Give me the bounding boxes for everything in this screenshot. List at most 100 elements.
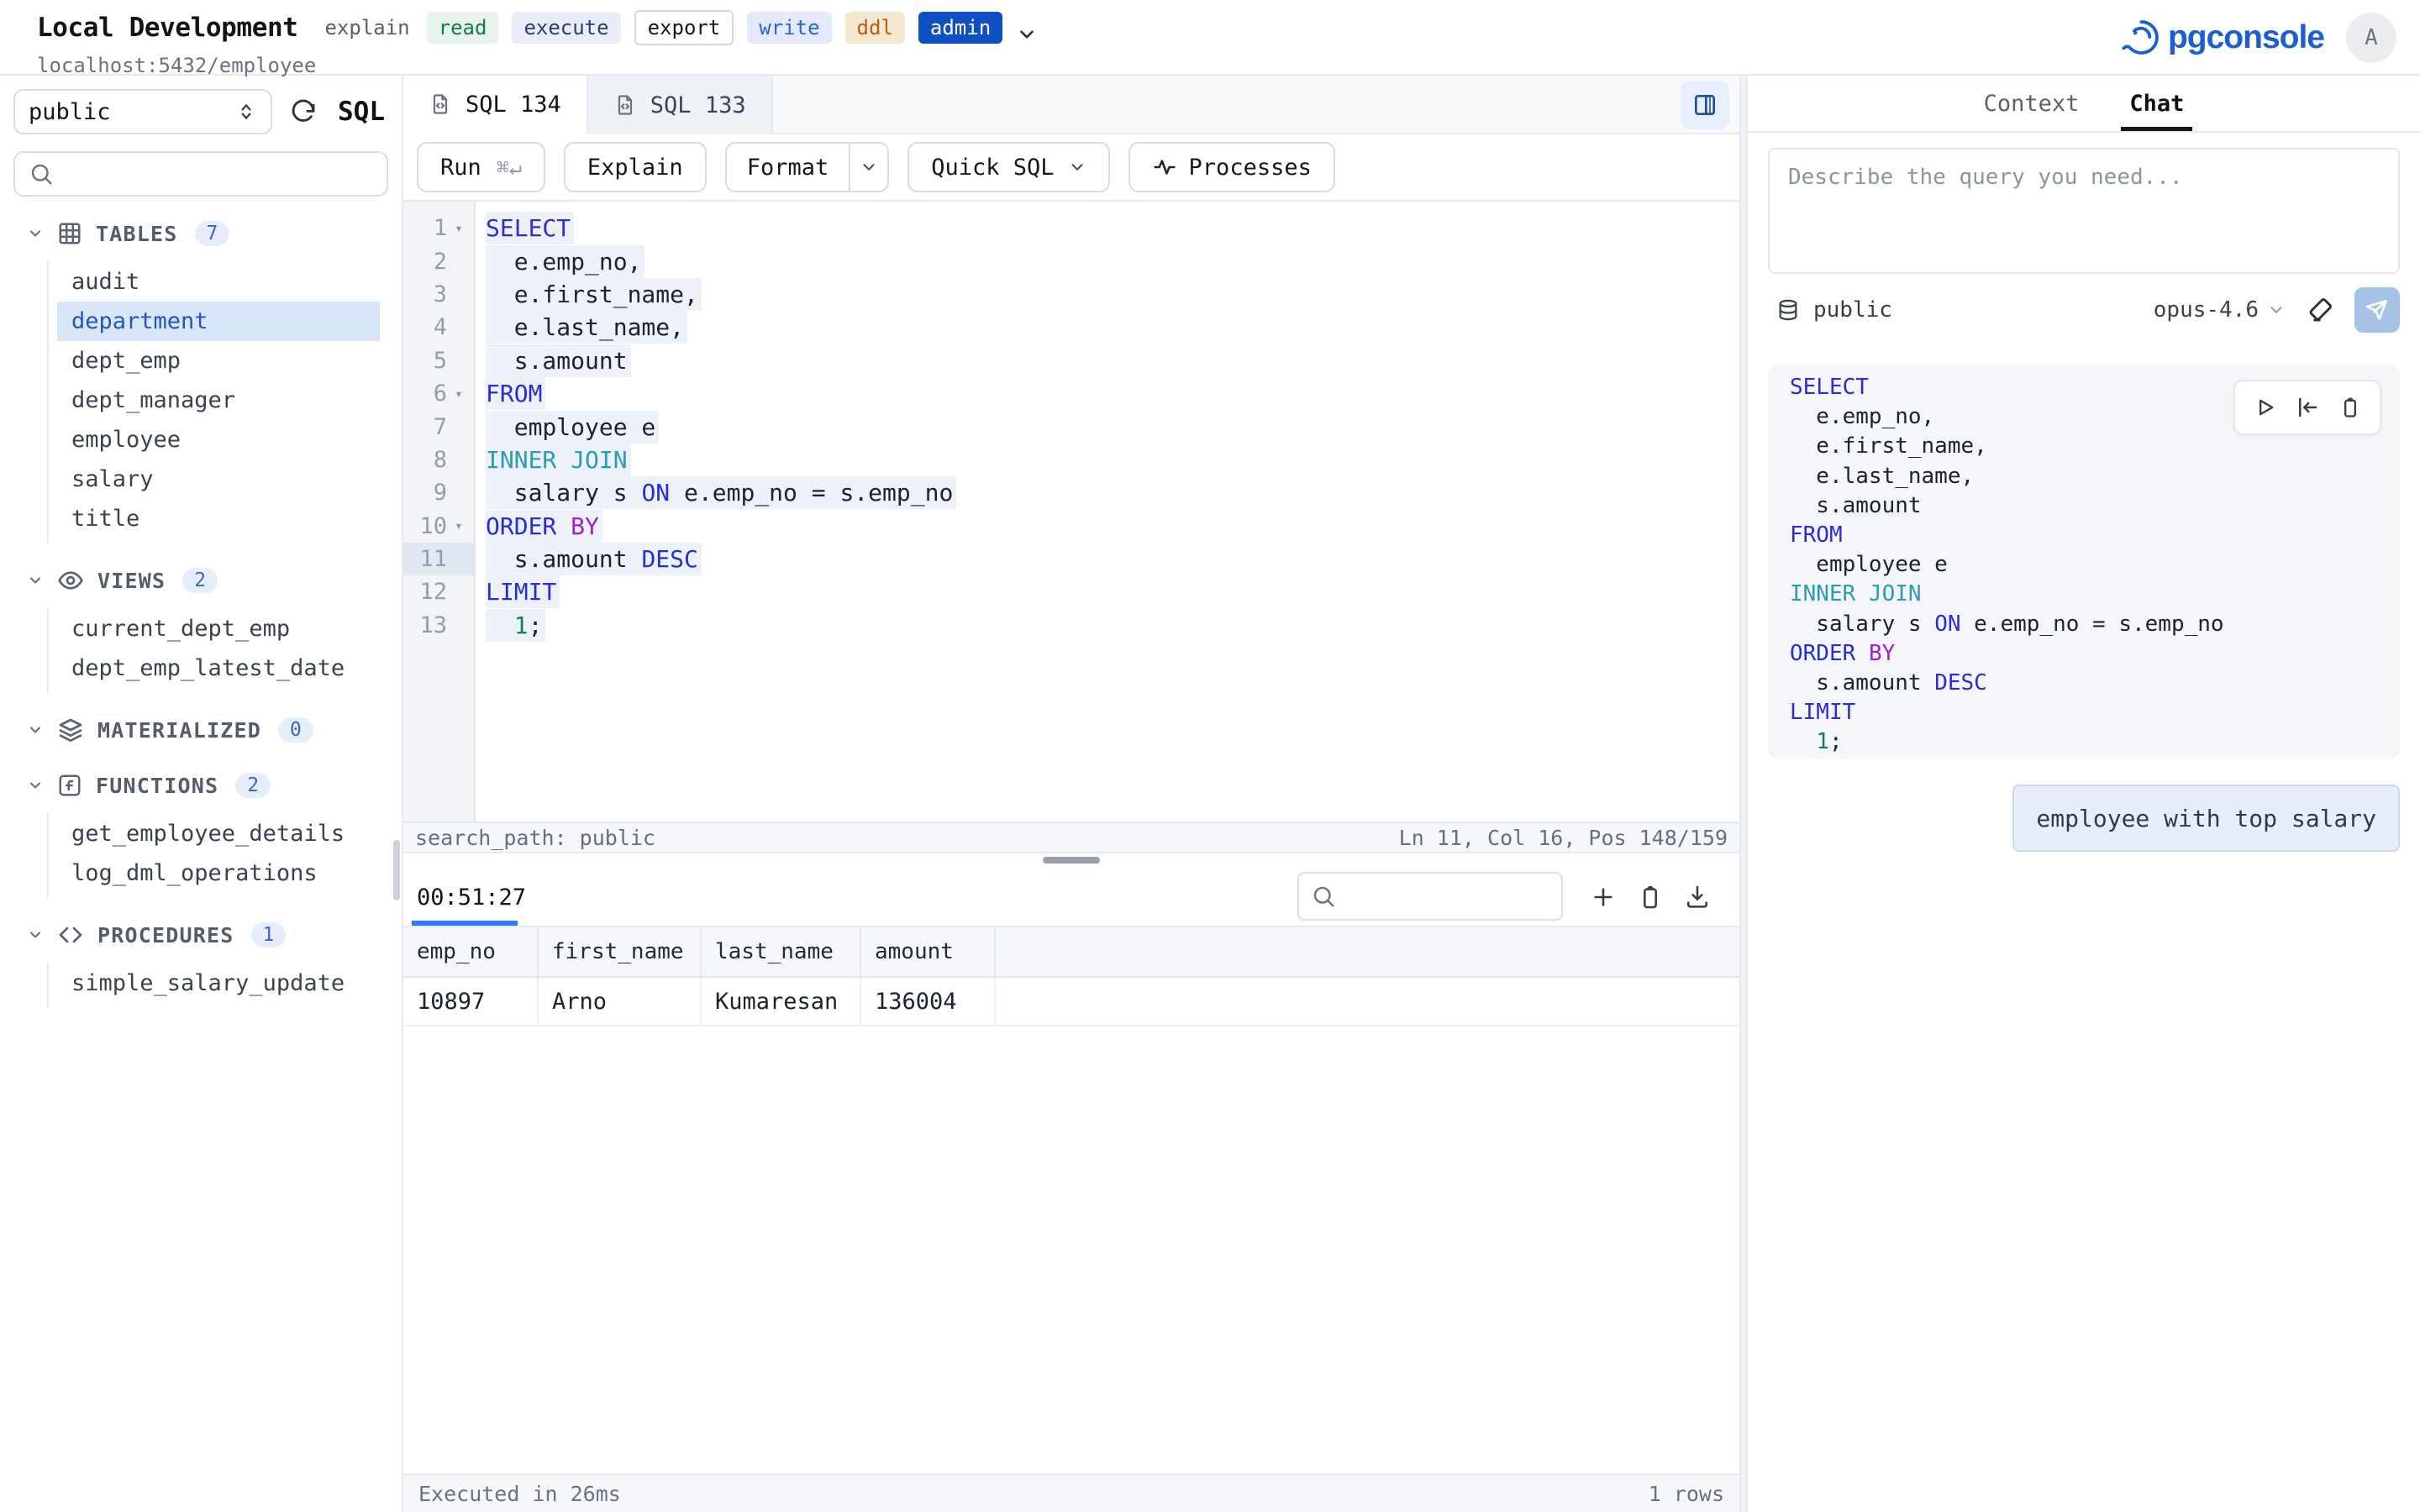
line-gutter[interactable]: 13 (403, 609, 474, 642)
line-gutter[interactable]: 11 (403, 543, 474, 575)
editor-line[interactable]: 8INNER JOIN (403, 444, 1739, 476)
table-cell[interactable]: Kumaresan (701, 977, 860, 1026)
sidebar-section-views[interactable]: VIEWS2 (0, 562, 402, 599)
play-icon[interactable] (2254, 396, 2277, 419)
line-gutter[interactable]: 10▾ (403, 510, 474, 543)
fold-marker-icon[interactable]: ▾ (447, 387, 471, 401)
table-cell[interactable]: 10897 (403, 977, 538, 1026)
download-icon[interactable] (1684, 884, 1711, 911)
table-row[interactable]: 10897ArnoKumaresan136004 (403, 977, 1739, 1026)
sidebar-search-input[interactable] (66, 161, 373, 186)
sidebar-item-simple_salary_update[interactable]: simple_salary_update (57, 963, 380, 1003)
editor-line[interactable]: 1▾SELECT (403, 212, 1739, 244)
panel-divider[interactable] (1739, 76, 1748, 1512)
sidebar-item-current_dept_emp[interactable]: current_dept_emp (57, 609, 380, 648)
table-cell[interactable]: Arno (538, 977, 701, 1026)
sidebar-item-department[interactable]: department (57, 302, 380, 341)
pane-resizer[interactable] (403, 853, 1739, 869)
quick-sql-button[interactable]: Quick SQL (908, 142, 1109, 192)
chevron-down-icon[interactable] (1016, 24, 1038, 45)
sidebar-sql-toggle[interactable]: SQL (338, 97, 385, 127)
chat-prompt-input[interactable] (1768, 148, 2400, 274)
run-button[interactable]: Run ⌘↵ (417, 142, 545, 192)
editor-line[interactable]: 11 s.amount DESC (403, 543, 1739, 575)
line-gutter[interactable]: 3 (403, 278, 474, 311)
badge-read: read (427, 12, 499, 44)
eraser-icon[interactable] (2306, 296, 2334, 324)
tab-label: SQL 134 (466, 92, 561, 118)
sidebar-scrollbar[interactable] (393, 840, 400, 900)
fold-marker-icon[interactable]: ▾ (447, 222, 471, 235)
editor-line[interactable]: 10▾ORDER BY (403, 510, 1739, 543)
results-toolbar: 00:51:27 (403, 869, 1739, 926)
sidebar-item-dept_emp[interactable]: dept_emp (57, 341, 380, 381)
column-header-first_name[interactable]: first_name (538, 927, 701, 977)
editor-line[interactable]: 5 s.amount (403, 344, 1739, 377)
editor-line[interactable]: 9 salary s ON e.emp_no = s.emp_no (403, 476, 1739, 509)
sidebar-section-materialized[interactable]: MATERIALIZED0 (0, 711, 402, 748)
sidebar-section-functions[interactable]: FUNCTIONS2 (0, 767, 402, 804)
tab-chat[interactable]: Chat (2129, 76, 2184, 131)
tab-context[interactable]: Context (1984, 76, 2080, 131)
line-gutter[interactable]: 8 (403, 444, 474, 476)
connection-info[interactable]: Local Development explainreadexecuteexpo… (0, 0, 2420, 77)
insert-left-icon[interactable] (2295, 395, 2320, 420)
sidebar-item-log_dml_operations[interactable]: log_dml_operations (57, 853, 380, 893)
query-timer[interactable]: 00:51:27 (417, 885, 526, 911)
line-gutter[interactable]: 12 (403, 575, 474, 608)
line-gutter[interactable]: 7 (403, 410, 474, 443)
processes-button[interactable]: Processes (1128, 142, 1335, 192)
drag-handle[interactable] (1043, 857, 1100, 864)
clipboard-icon[interactable] (2338, 396, 2362, 419)
tab-sql-133[interactable]: SQL 133 (588, 76, 773, 134)
results-search-input[interactable] (1346, 884, 1629, 909)
column-header-last_name[interactable]: last_name (701, 927, 860, 977)
sql-editor[interactable]: 1▾SELECT2 e.emp_no,3 e.first_name,4 e.la… (403, 202, 1739, 822)
editor-line[interactable]: 13 1; (403, 609, 1739, 642)
editor-line[interactable]: 12LIMIT (403, 575, 1739, 608)
line-gutter[interactable]: 9 (403, 476, 474, 509)
chat-schema-context[interactable]: public (1776, 297, 1892, 323)
sidebar-item-get_employee_details[interactable]: get_employee_details (57, 814, 380, 853)
sidebar-item-salary[interactable]: salary (57, 459, 380, 499)
sidebar-item-dept_emp_latest_date[interactable]: dept_emp_latest_date (57, 648, 380, 688)
editor-line[interactable]: 6▾FROM (403, 377, 1739, 410)
line-gutter[interactable]: 1▾ (403, 212, 474, 244)
explain-button[interactable]: Explain (564, 142, 707, 192)
sidebar-item-dept_manager[interactable]: dept_manager (57, 381, 380, 420)
line-gutter[interactable]: 5 (403, 344, 474, 377)
table-cell[interactable]: 136004 (860, 977, 995, 1026)
sidebar-search[interactable] (13, 151, 388, 197)
column-header-emp_no[interactable]: emp_no (403, 927, 538, 977)
elephant-logo-icon (2118, 15, 2163, 60)
section-label: MATERIALIZED (97, 718, 261, 743)
avatar[interactable]: A (2346, 13, 2396, 63)
split-panel-icon[interactable] (1681, 81, 1729, 129)
line-gutter[interactable]: 6▾ (403, 377, 474, 410)
sidebar-item-title[interactable]: title (57, 499, 380, 538)
header: Local Development explainreadexecuteexpo… (0, 0, 2420, 76)
line-gutter[interactable]: 4 (403, 311, 474, 344)
tab-sql-134[interactable]: SQL 134 (403, 76, 588, 134)
send-button[interactable] (2354, 287, 2400, 333)
plus-icon[interactable] (1590, 884, 1617, 911)
line-gutter[interactable]: 2 (403, 244, 474, 277)
results-search[interactable] (1297, 872, 1563, 921)
editor-line[interactable]: 4 e.last_name, (403, 311, 1739, 344)
editor-line[interactable]: 7 employee e (403, 410, 1739, 443)
editor-line[interactable]: 3 e.first_name, (403, 278, 1739, 311)
clipboard-icon[interactable] (1637, 884, 1664, 911)
editor-line[interactable]: 2 e.emp_no, (403, 244, 1739, 277)
chevron-down-icon[interactable] (849, 144, 887, 191)
refresh-icon[interactable] (289, 97, 318, 126)
editor-code: 1▾SELECT2 e.emp_no,3 e.first_name,4 e.la… (403, 212, 1739, 642)
column-header-amount[interactable]: amount (860, 927, 995, 977)
sidebar-item-employee[interactable]: employee (57, 420, 380, 459)
schema-select[interactable]: public (13, 89, 272, 134)
fold-marker-icon[interactable]: ▾ (447, 519, 471, 533)
sidebar-item-audit[interactable]: audit (57, 262, 380, 302)
sidebar-section-tables[interactable]: TABLES7 (0, 215, 402, 252)
format-button[interactable]: Format (725, 142, 890, 192)
model-select[interactable]: opus-4.6 (2154, 297, 2286, 323)
sidebar-section-procedures[interactable]: PROCEDURES1 (0, 916, 402, 953)
